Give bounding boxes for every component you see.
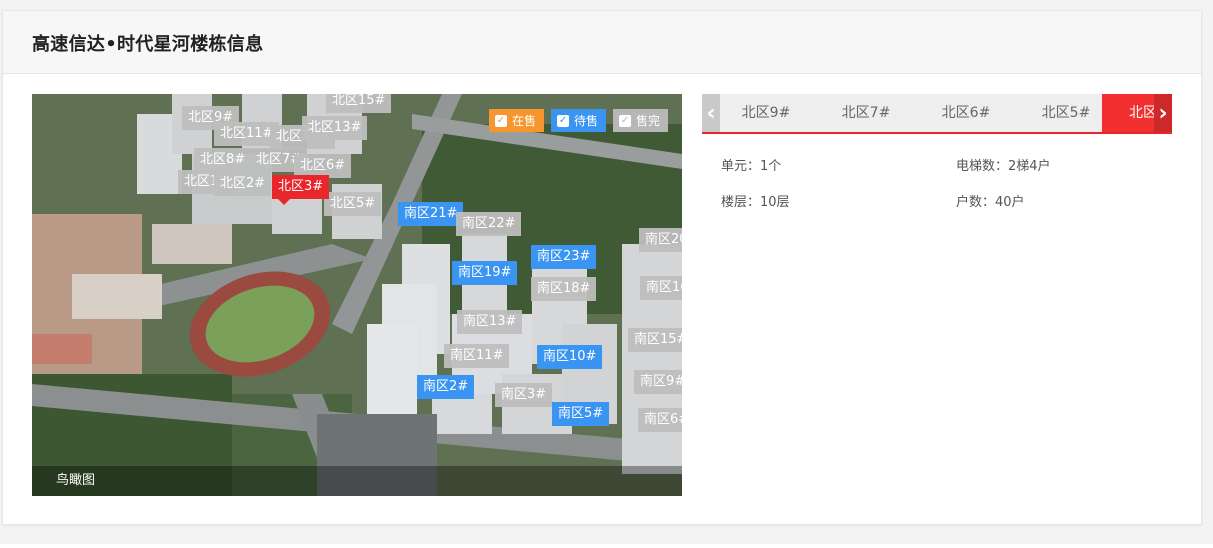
unit-label: 单元： xyxy=(721,159,761,174)
building-tag[interactable]: 北区13# xyxy=(302,116,368,140)
building-tag[interactable]: 南区5# xyxy=(552,402,610,426)
checkbox-checked-icon[interactable]: ✓ xyxy=(619,114,632,127)
legend-label: 待售 xyxy=(574,114,599,128)
building-tag[interactable]: 南区19# xyxy=(452,261,518,285)
aerial-map[interactable]: ✓ 在售 ✓ 待售 ✓ 售完 北区9# 北区15# 北区11# 北区12# 北区… xyxy=(32,94,682,496)
building-tag[interactable]: 南区16# xyxy=(640,276,682,300)
page-divider xyxy=(0,544,1213,548)
legend-on-sale[interactable]: ✓ 在售 xyxy=(489,109,545,132)
card-header: 高速信达•时代星河楼栋信息 xyxy=(3,11,1201,74)
building-tag[interactable]: 南区23# xyxy=(531,245,597,269)
building-tag[interactable]: 北区2# xyxy=(214,172,272,196)
status-legend: ✓ 在售 ✓ 待售 ✓ 售完 xyxy=(489,109,669,132)
chevron-left-icon[interactable]: ‹ xyxy=(702,94,720,132)
caption-bar xyxy=(32,466,682,496)
building-tag[interactable]: 南区15# xyxy=(628,328,682,352)
chevron-right-icon[interactable]: › xyxy=(1154,94,1172,132)
tab-building[interactable]: 北区5# xyxy=(1016,94,1116,132)
building-tag[interactable]: 北区8# xyxy=(194,148,252,172)
building-tag[interactable]: 南区2# xyxy=(417,375,475,399)
legend-sold-out[interactable]: ✓ 售完 xyxy=(613,109,669,132)
legend-label: 售完 xyxy=(636,114,661,128)
legend-label: 在售 xyxy=(512,114,537,128)
building-tag[interactable]: 南区6# xyxy=(638,408,682,432)
building-tag[interactable]: 南区11# xyxy=(444,344,510,368)
floors-info: 楼层：10层 xyxy=(721,191,790,210)
map-caption: 鸟瞰图 xyxy=(56,473,96,488)
unit-value: 1个 xyxy=(760,159,782,174)
building-tag[interactable]: 南区18# xyxy=(531,277,597,301)
elevator-value: 2梯4户 xyxy=(1008,159,1051,174)
legend-pending[interactable]: ✓ 待售 xyxy=(551,109,607,132)
building-tag[interactable]: 南区9# xyxy=(634,370,682,394)
households-label: 户数： xyxy=(956,195,996,210)
building-tag[interactable]: 南区21# xyxy=(398,202,464,226)
checkbox-checked-icon[interactable]: ✓ xyxy=(557,114,570,127)
floors-label: 楼层： xyxy=(721,195,761,210)
tab-building[interactable]: 北区6# xyxy=(916,94,1016,132)
building-tabs: 北区9# 北区7# 北区6# 北区5# 北区3# ‹ › xyxy=(702,94,1172,134)
building-tag[interactable]: 南区3# xyxy=(495,383,553,407)
page-title: 高速信达•时代星河楼栋信息 xyxy=(32,34,264,55)
floors-value: 10层 xyxy=(760,195,790,210)
building-tag[interactable]: 南区10# xyxy=(537,345,603,369)
building-tag[interactable]: 南区22# xyxy=(456,212,522,236)
elevator-label: 电梯数： xyxy=(956,159,1009,174)
households-info: 户数：40户 xyxy=(956,191,1025,210)
building-tag[interactable]: 北区15# xyxy=(326,94,392,113)
building-tag[interactable]: 北区5# xyxy=(324,192,382,216)
building-tag[interactable]: 南区20# xyxy=(639,228,682,252)
building-tag-selected[interactable]: 北区3# xyxy=(272,175,330,205)
tab-building[interactable]: 北区7# xyxy=(816,94,916,132)
checkbox-checked-icon[interactable]: ✓ xyxy=(495,114,507,127)
elevator-info: 电梯数：2梯4户 xyxy=(956,155,1051,174)
households-value: 40户 xyxy=(995,195,1025,210)
tab-building[interactable]: 北区9# xyxy=(716,94,816,132)
unit-info: 单元：1个 xyxy=(721,155,781,174)
building-tag[interactable]: 南区13# xyxy=(457,310,523,334)
